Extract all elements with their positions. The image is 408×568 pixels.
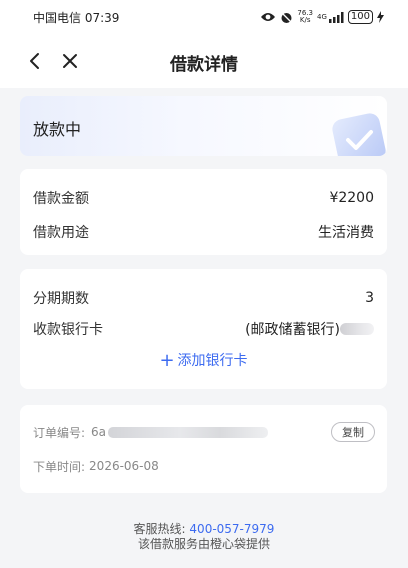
status-bar: 中国电信 07:39 76.3 K/s 4G 100 — [0, 0, 408, 34]
bank-card-row: 收款银行卡 (邮政储蓄银行) — [33, 314, 374, 344]
installment-periods-label: 分期期数 — [33, 291, 89, 307]
battery-icon: 100 — [347, 10, 373, 24]
order-time-row: 下单时间: 2026-06-08 — [33, 451, 374, 481]
alarm-off-icon — [280, 11, 293, 24]
add-bank-card-button[interactable]: + 添加银行卡 — [33, 350, 374, 371]
status-icons: 76.3 K/s 4G 100 — [260, 10, 384, 24]
hotline-number-link[interactable]: 400-057-7979 — [189, 522, 274, 536]
net-speed: 76.3 K/s — [297, 10, 313, 24]
network-type: 4G — [317, 13, 327, 21]
order-time-value: 2026-06-08 — [89, 459, 159, 473]
installment-card: 分期期数 3 收款银行卡 (邮政储蓄银行) + 添加银行卡 — [20, 269, 387, 389]
order-info-card: 订单编号: 6a 复制 下单时间: 2026-06-08 — [20, 405, 387, 493]
hotline-label: 客服热线: — [133, 522, 186, 536]
loan-status-card: 放款中 — [20, 96, 387, 156]
status-left: 中国电信 07:39 — [33, 9, 119, 26]
navigation-bar: 借款详情 — [0, 34, 408, 88]
add-bank-card-label: 添加银行卡 — [177, 353, 248, 369]
content: 放款中 借款金额 ¥2200 借款用途 生活消费 分期期数 3 收款银行卡 (邮… — [20, 96, 387, 493]
carrier-name: 中国电信 — [33, 10, 82, 25]
loan-purpose-label: 借款用途 — [33, 225, 89, 241]
bank-card-label: 收款银行卡 — [33, 322, 103, 338]
order-number-label: 订单编号: — [33, 425, 86, 440]
bank-card-value: (邮政储蓄银行) — [245, 319, 374, 339]
order-time-label: 下单时间: — [33, 459, 86, 474]
page-title: 借款详情 — [170, 55, 238, 75]
loan-amount-row: 借款金额 ¥2200 — [33, 183, 374, 213]
signal-icon: 4G — [317, 11, 344, 23]
charging-icon — [377, 11, 384, 23]
bank-name: (邮政储蓄银行) — [245, 322, 340, 338]
loan-amount-value: ¥2200 — [329, 190, 374, 206]
footer: 客服热线: 400-057-7979 该借款服务由橙心袋提供 — [0, 522, 408, 552]
loan-amount-card: 借款金额 ¥2200 借款用途 生活消费 — [20, 169, 387, 255]
masked-card-number — [340, 323, 374, 335]
check-shield-icon — [332, 113, 386, 156]
loan-purpose-value: 生活消费 — [318, 225, 374, 241]
net-speed-unit: K/s — [299, 16, 311, 24]
order-number-prefix: 6a — [91, 425, 107, 439]
plus-icon: + — [159, 350, 175, 371]
installment-periods-value: 3 — [365, 290, 374, 306]
copy-button[interactable]: 复制 — [331, 422, 375, 442]
clock: 07:39 — [84, 10, 120, 25]
eye-icon — [260, 11, 276, 23]
provider-text: 该借款服务由橙心袋提供 — [137, 537, 270, 551]
battery-level: 100 — [350, 11, 370, 22]
loan-purpose-row: 借款用途 生活消费 — [33, 217, 374, 247]
installment-periods-row: 分期期数 3 — [33, 283, 374, 313]
masked-order-number — [108, 426, 269, 438]
hotline-line: 客服热线: 400-057-7979 — [0, 522, 408, 537]
order-number-row: 订单编号: 6a — [33, 417, 374, 447]
loan-amount-label: 借款金额 — [33, 191, 89, 207]
loan-status-text: 放款中 — [33, 120, 82, 139]
